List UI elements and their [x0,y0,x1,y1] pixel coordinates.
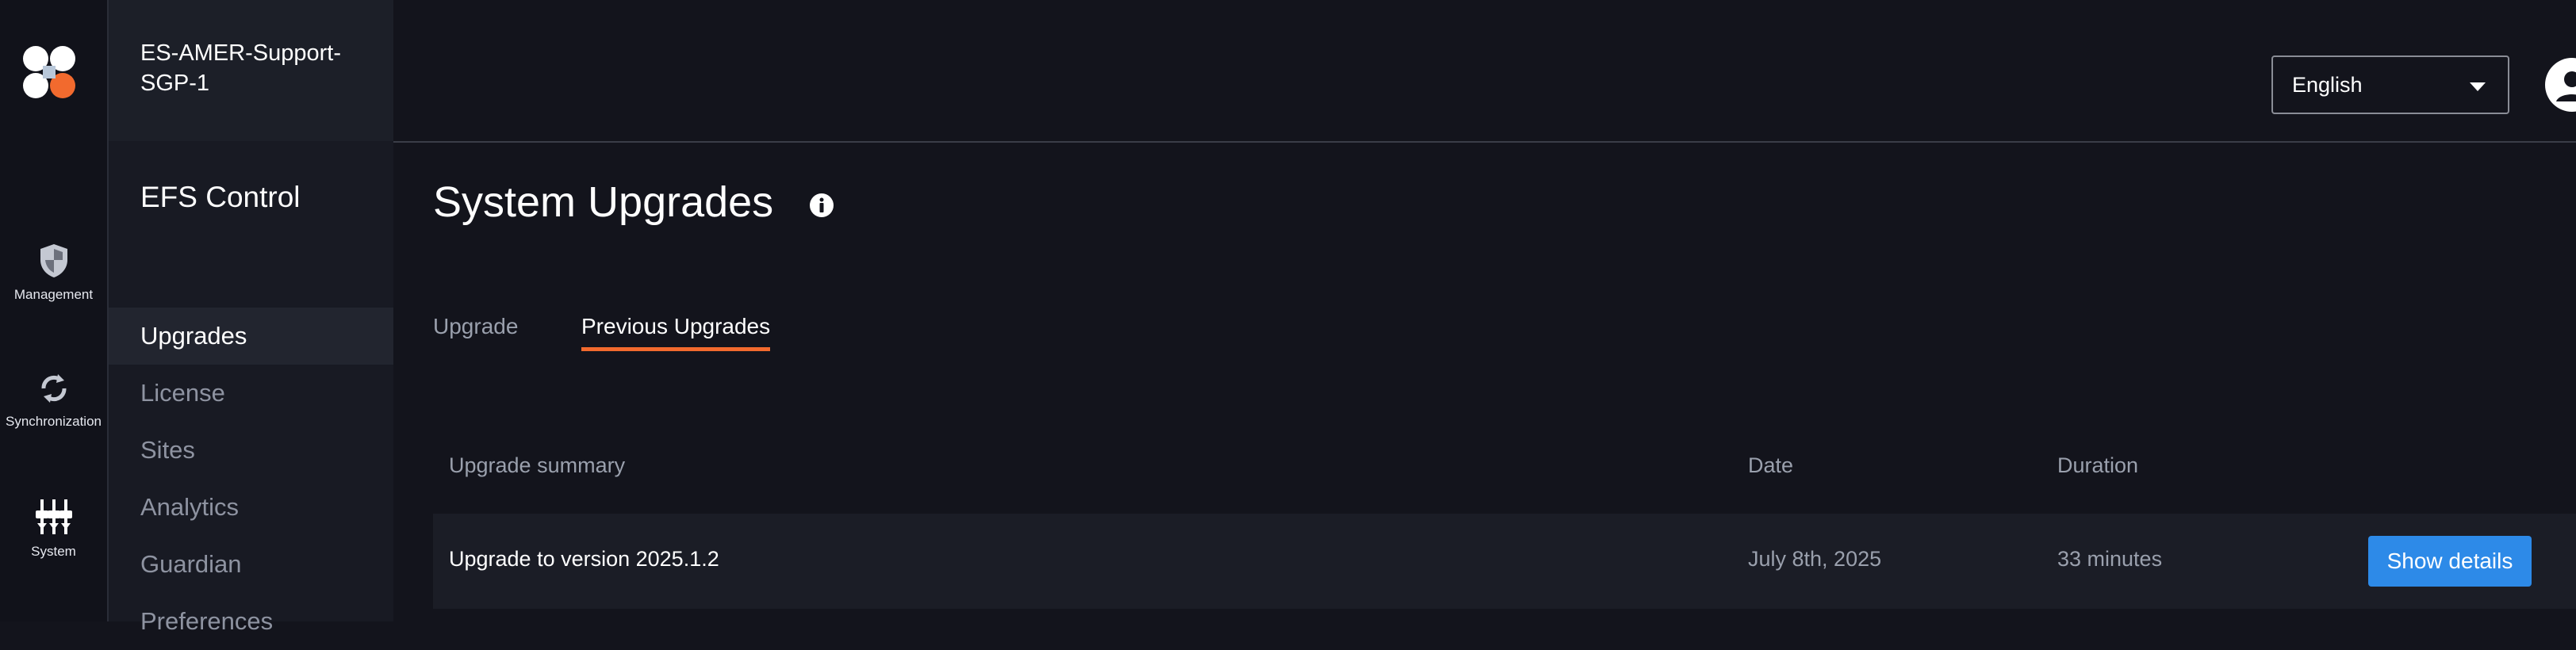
tab-previous-upgrades[interactable]: Previous Upgrades [581,314,771,351]
nav-item-upgrades[interactable]: Upgrades [109,308,393,365]
date-cell: July 8th, 2025 [1748,547,1882,571]
nav-item-label: License [140,379,225,407]
rail-item-management[interactable]: Management [0,243,107,303]
shield-icon [40,244,67,277]
nav-item-label: Sites [140,436,195,464]
upgrade-summary-cell: Upgrade to version 2025.1.2 [449,547,719,571]
tab-upgrade[interactable]: Upgrade [433,314,518,347]
logo-icon [23,46,75,98]
header-divider [393,141,2576,143]
nav-item-license[interactable]: License [109,365,393,422]
side-nav: ES-AMER-Support-SGP-1 EFS Control Upgrad… [109,0,393,635]
rail-item-synchronization[interactable]: Synchronization [0,371,107,430]
page-title: System Upgrades [433,178,774,226]
sliders-icon [35,499,72,534]
column-header-duration[interactable]: Duration [2057,453,2138,478]
table-row: Upgrade to version 2025.1.2 July 8th, 20… [433,514,2576,609]
language-value: English [2292,73,2363,97]
duration-cell: 33 minutes [2057,547,2163,571]
language-select[interactable]: English [2271,55,2509,114]
show-details-button[interactable]: Show details [2368,536,2532,587]
icon-rail: Management Synchronization System [0,0,109,621]
nav-item-sites[interactable]: Sites [109,422,393,479]
org-name: ES-AMER-Support-SGP-1 [140,40,342,96]
rail-label-synchronization: Synchronization [6,414,102,429]
app-title: EFS Control [140,181,301,213]
nav-item-label: Upgrades [140,322,247,350]
rail-label-management: Management [13,287,94,302]
rail-label-system: System [31,544,76,559]
column-header-summary[interactable]: Upgrade summary [449,453,625,478]
nav-item-preferences[interactable]: Preferences [109,593,393,650]
user-avatar-icon[interactable] [2543,55,2576,114]
nav-item-guardian[interactable]: Guardian [109,536,393,593]
sync-icon [41,374,66,403]
column-header-date[interactable]: Date [1748,453,1793,478]
nav-item-label: Guardian [140,550,242,578]
chevron-down-icon [2470,82,2486,91]
org-switcher[interactable]: ES-AMER-Support-SGP-1 [109,0,393,141]
rail-item-system[interactable]: System [0,498,107,560]
nav-item-label: Analytics [140,493,240,521]
nav-item-analytics[interactable]: Analytics [109,479,393,536]
info-icon[interactable] [809,193,834,218]
nav-item-label: Preferences [140,607,274,635]
